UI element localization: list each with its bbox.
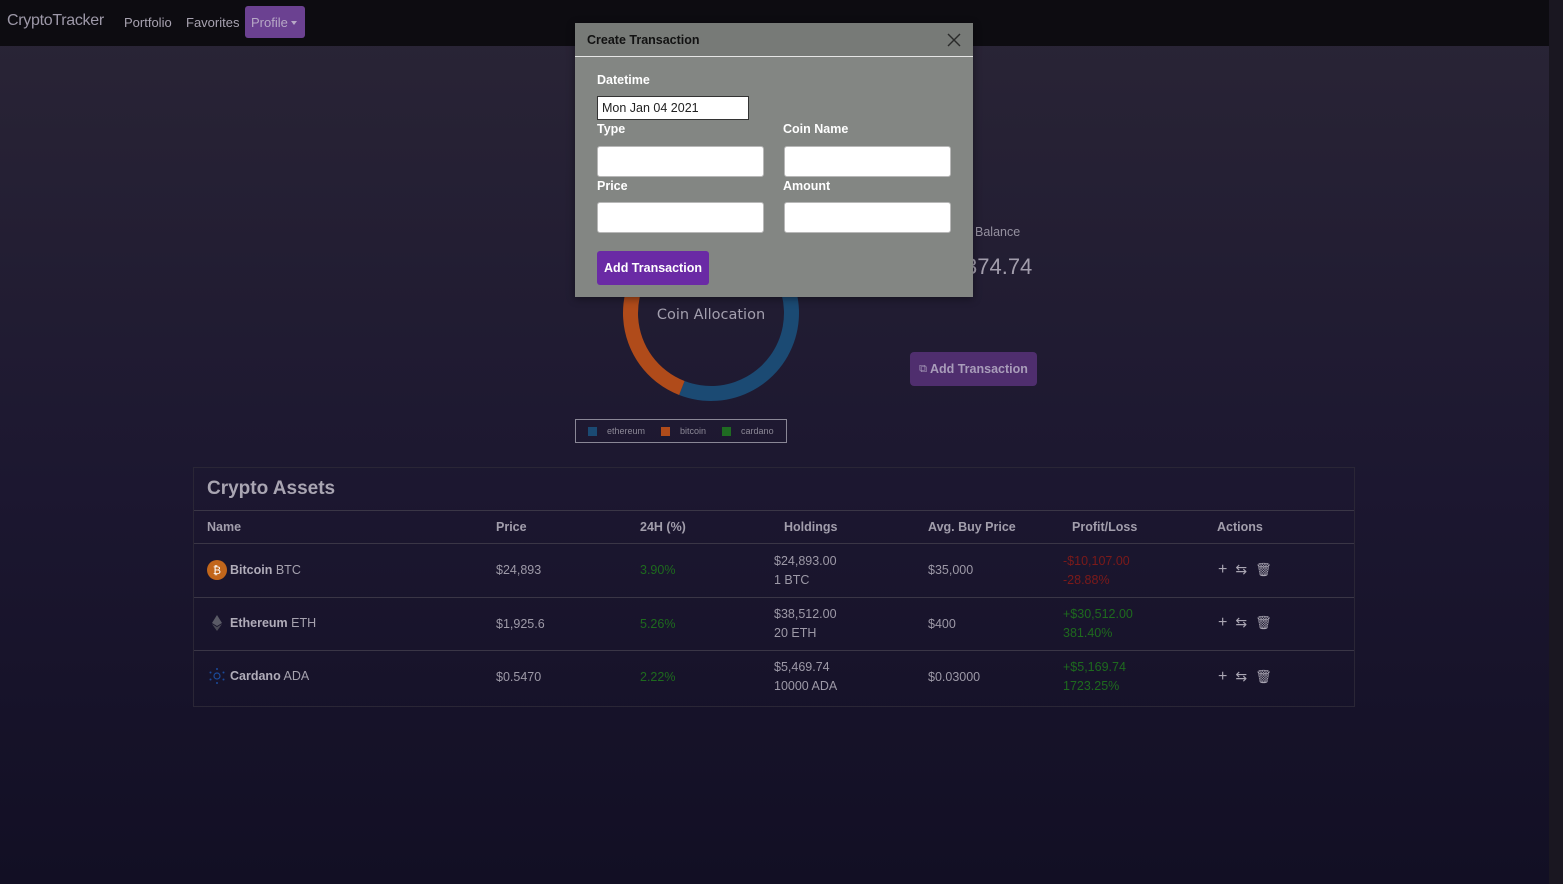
- close-icon[interactable]: [945, 31, 963, 49]
- price-label: Price: [597, 179, 628, 193]
- type-label: Type: [597, 122, 626, 136]
- datetime-label: Datetime: [597, 73, 650, 87]
- coin-name-field[interactable]: [784, 146, 951, 177]
- price-field[interactable]: [597, 202, 764, 233]
- datetime-field[interactable]: [597, 96, 749, 120]
- modal-title: Create Transaction: [587, 33, 700, 47]
- create-transaction-modal: Create Transaction Datetime Type Coin Na…: [575, 23, 973, 297]
- modal-header: Create Transaction: [575, 23, 973, 57]
- type-field[interactable]: [597, 146, 764, 177]
- amount-field[interactable]: [784, 202, 951, 233]
- submit-transaction-button[interactable]: Add Transaction: [597, 251, 709, 285]
- coin-name-label: Coin Name: [783, 122, 849, 136]
- amount-label: Amount: [783, 179, 831, 193]
